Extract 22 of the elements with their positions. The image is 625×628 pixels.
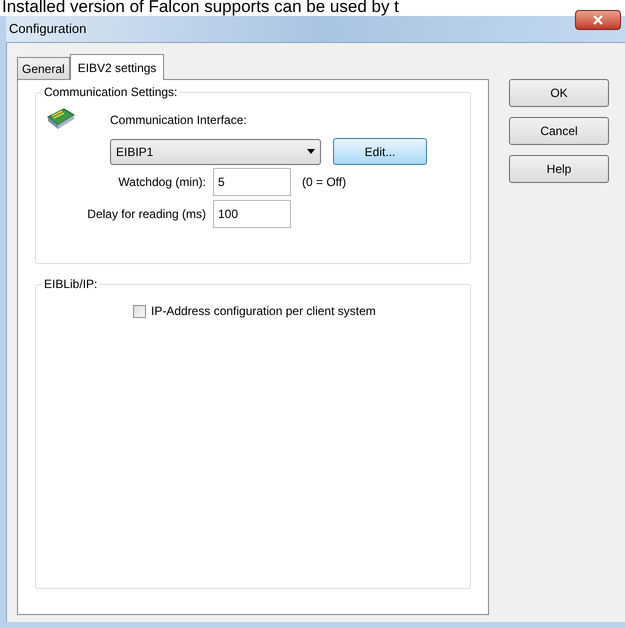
window-title: Configuration <box>8 20 86 38</box>
dropdown-arrow-icon <box>307 149 315 154</box>
tab[interactable]: EIBV2 settings <box>70 54 164 80</box>
field-label: Delay for reading (ms) <box>86 206 206 223</box>
interface-dropdown[interactable]: EIBIP1 <box>110 138 321 164</box>
caption-text: Installed version of Falcon supports can be used by t <box>2 0 399 16</box>
group-title: Communication Settings: <box>42 84 180 100</box>
delay-field[interactable]: 100 <box>213 200 291 228</box>
watchdog-field[interactable]: 5 <box>213 168 291 196</box>
field-label: Communication Interface: <box>110 112 248 129</box>
dialog-button[interactable]: Help <box>509 155 609 183</box>
field-label: Watchdog (min): <box>117 174 206 191</box>
dialog-button[interactable]: OK <box>509 79 609 107</box>
checkbox-label: IP-Address configuration per client system <box>151 303 376 320</box>
checkbox[interactable] <box>133 304 146 318</box>
tab[interactable]: General <box>17 57 70 79</box>
close-button[interactable] <box>575 10 621 30</box>
dialog-button[interactable]: Cancel <box>509 117 609 145</box>
edit-button[interactable]: Edit... <box>333 138 427 165</box>
hint-text: (0 = Off) <box>301 174 348 191</box>
network-card-icon <box>46 107 76 131</box>
close-icon <box>593 15 603 25</box>
